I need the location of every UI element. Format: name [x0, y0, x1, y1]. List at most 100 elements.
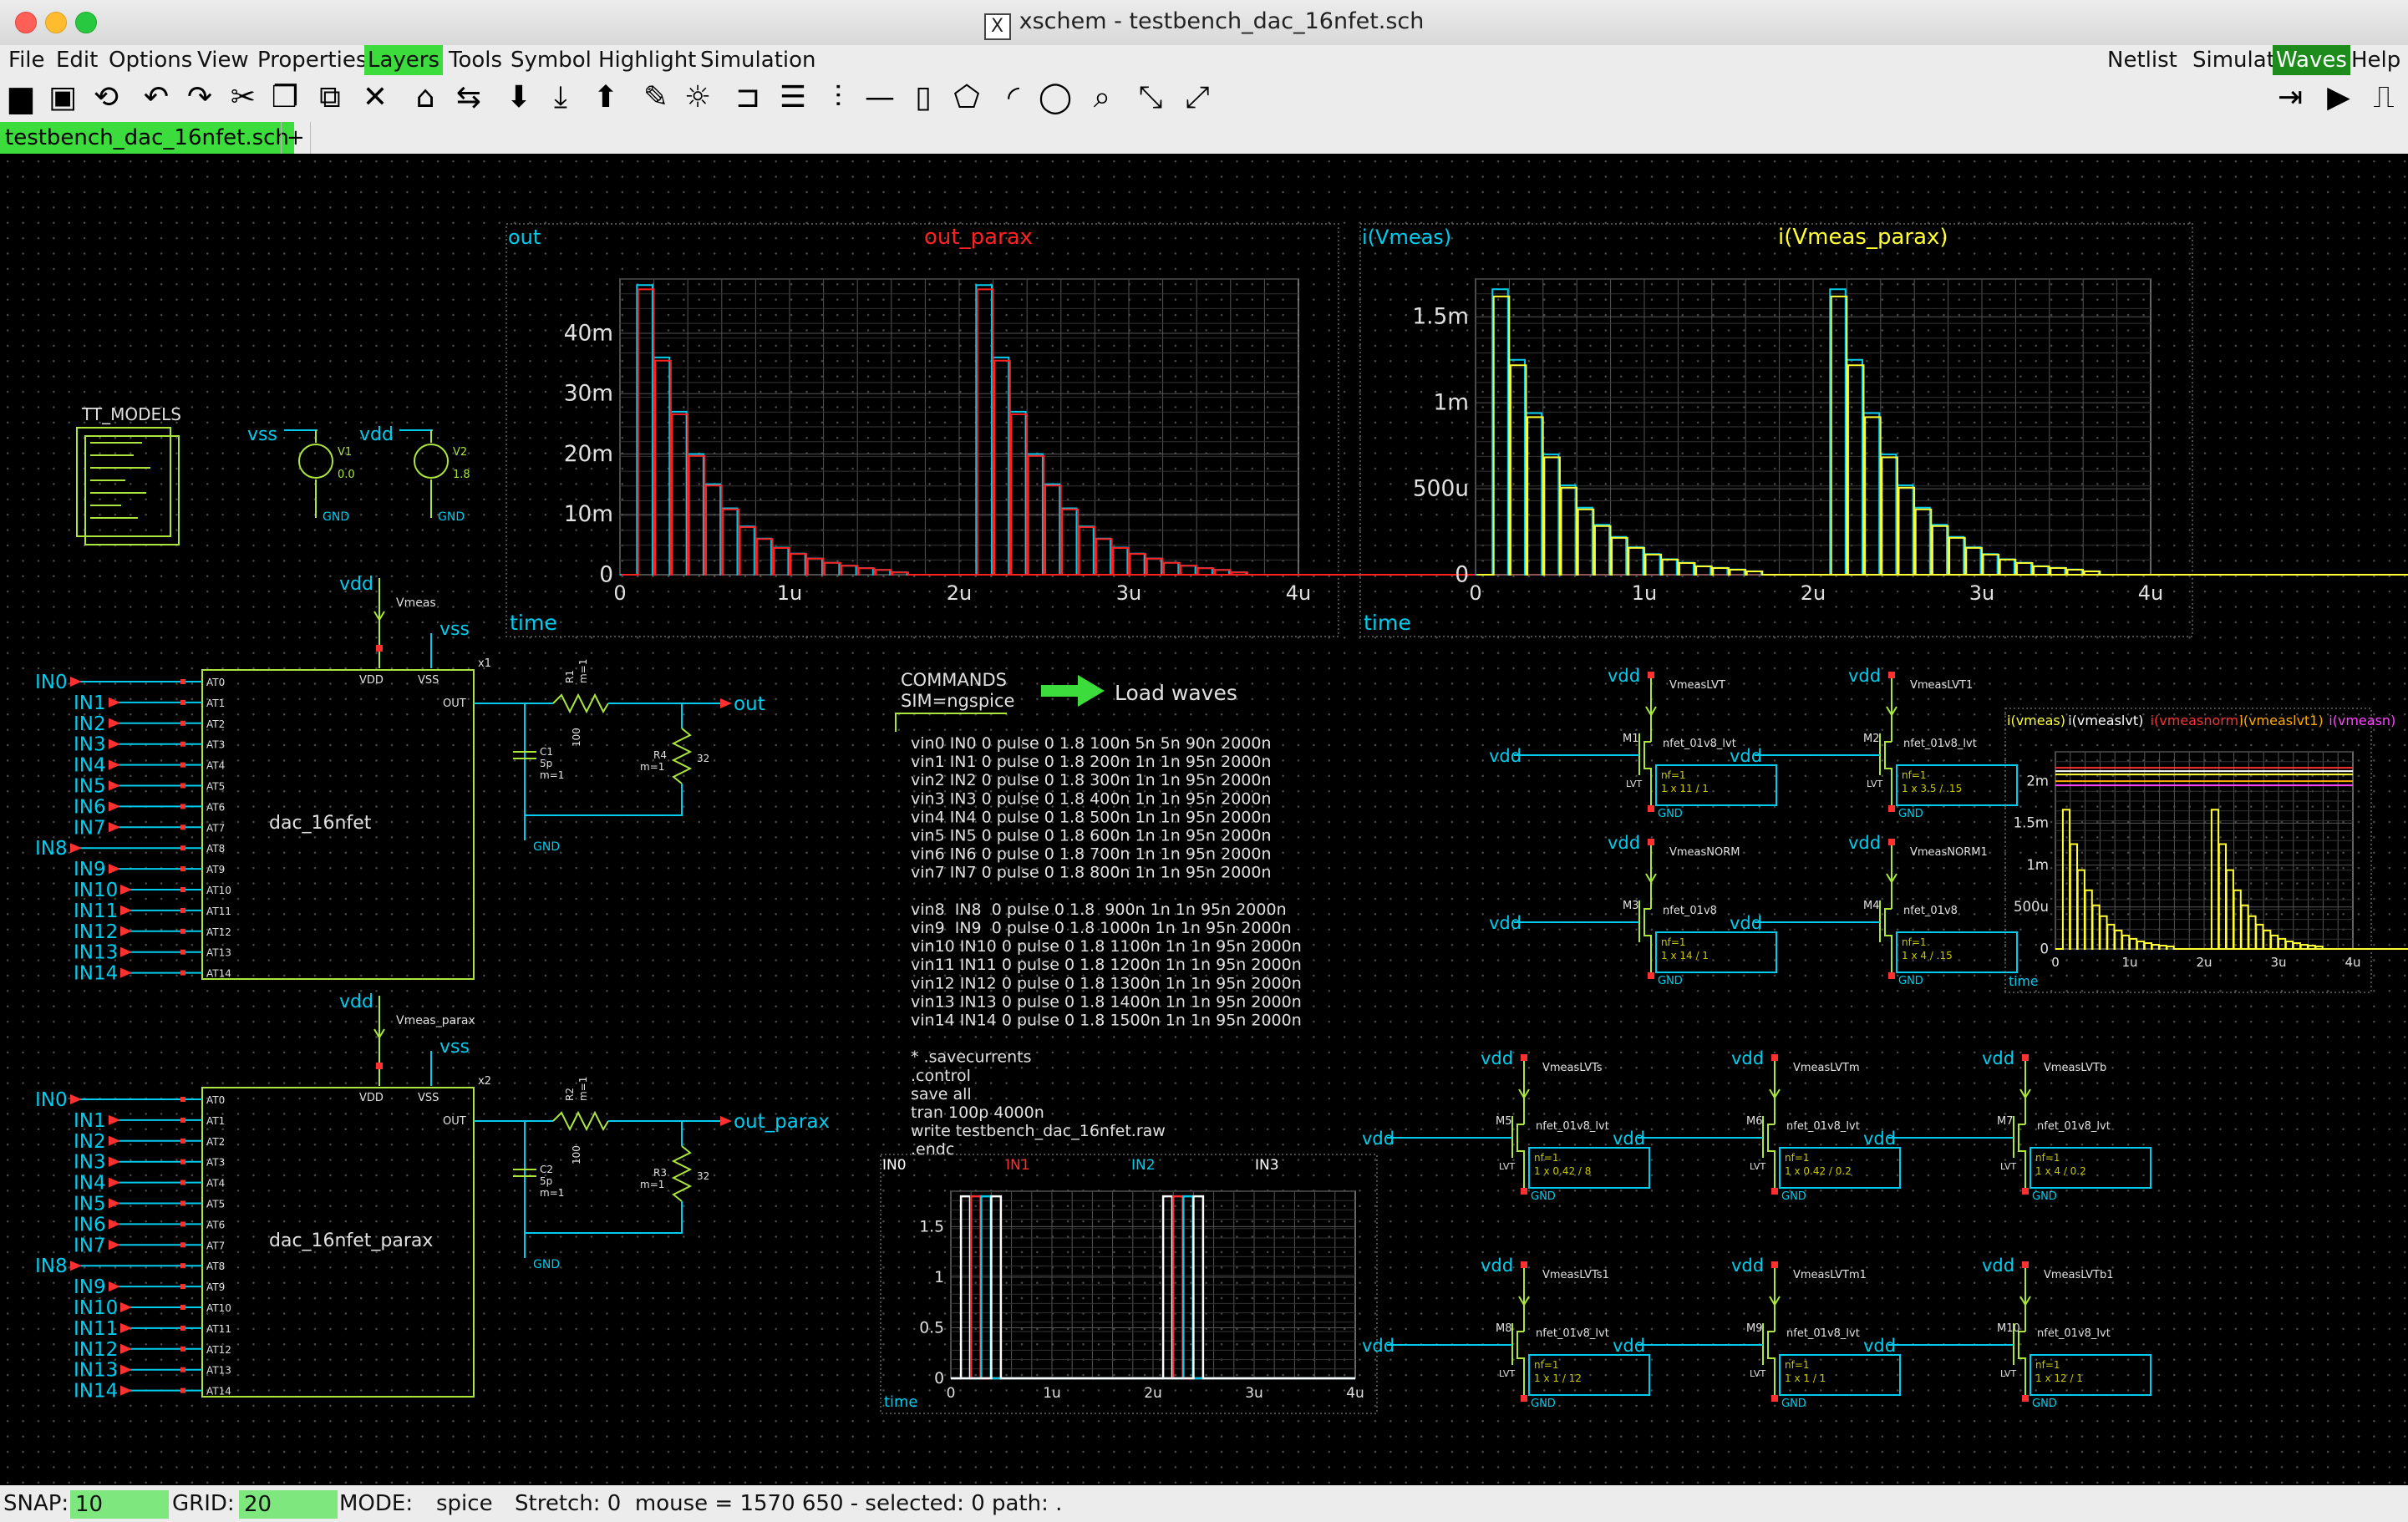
load-waves-button[interactable]: Load waves: [1041, 675, 1237, 707]
swap-icon[interactable]: ⇆: [450, 79, 488, 117]
play-icon[interactable]: ▶: [2319, 79, 2358, 117]
menu-help[interactable]: Help: [2348, 45, 2404, 75]
snap-input[interactable]: 10: [70, 1490, 169, 1519]
circle-icon[interactable]: ◯: [1036, 79, 1074, 117]
series-res-name: R2: [564, 1088, 576, 1101]
vsource-v1[interactable]: vss V1 0.0 GND: [247, 424, 355, 524]
arc-icon[interactable]: ◜: [994, 79, 1033, 117]
cap-name: C2: [540, 1164, 553, 1175]
open-icon[interactable]: ▆: [2, 79, 40, 117]
polygon-icon[interactable]: ⬠: [947, 79, 986, 117]
input-pin-square: [180, 928, 185, 934]
symbol-icon[interactable]: ⊐: [729, 79, 767, 117]
menu-waves[interactable]: Waves: [2273, 45, 2350, 75]
grid-input[interactable]: 20: [239, 1490, 338, 1519]
command-line: tran 100p 4000n: [911, 1103, 1044, 1122]
fet-gnd: GND: [1658, 808, 1683, 820]
nfet-device[interactable]: vdd VmeasLVTs1 vdd M8 nfet_01v8_lvt nf=11 x 1…: [1362, 1256, 1650, 1410]
input-pin-square: [180, 1346, 185, 1352]
y-tick-label: 10m: [564, 501, 613, 527]
undo-icon[interactable]: ↶: [137, 79, 175, 117]
nfet-device[interactable]: vdd VmeasLVTb1 vdd M10 nfet_01v8_lvt nf=11 x …: [1863, 1256, 2151, 1410]
fet-meas-label: VmeasLVT1: [1910, 679, 1973, 692]
nfet-device[interactable]: vdd VmeasLVT1 vdd M2 nfet_01v8_lvt nf=1 1 x 3.…: [1730, 666, 2018, 820]
tt-models-symbol[interactable]: TT_MODELS: [76, 404, 181, 545]
copy-icon[interactable]: ❐: [266, 79, 304, 117]
command-line: vin13 IN13 0 pulse 0 1.8 1400n 1n 1n 95n…: [911, 992, 1302, 1011]
menu-simulation[interactable]: Simulation: [697, 45, 820, 75]
move-icon[interactable]: ⌂: [406, 79, 445, 117]
fet-gate-vdd: vdd: [1362, 1336, 1395, 1356]
input-pin-square: [180, 720, 185, 726]
input-pin-name: AT9: [206, 1281, 225, 1293]
y-tick-label: 40m: [564, 320, 613, 346]
duplicate-icon[interactable]: ⧉: [311, 79, 349, 117]
align-icon[interactable]: ☰: [774, 79, 812, 117]
menu-tools[interactable]: Tools: [445, 45, 505, 75]
vsource-v2[interactable]: vdd V2 1.8 GND: [359, 424, 470, 524]
delete-icon[interactable]: ✕: [356, 79, 394, 117]
add-tab-button[interactable]: +: [281, 122, 311, 154]
fet-inst-name: M8: [1496, 1322, 1512, 1335]
fet-gnd: GND: [1781, 1398, 1806, 1410]
commands-block[interactable]: COMMANDS SIM=ngspice vin0 IN0 0 pulse 0 …: [895, 670, 1302, 1159]
nfet-device[interactable]: vdd VmeasNORM vdd M3 nfet_01v8 nf=1 1 x 14 / 1…: [1489, 833, 1777, 987]
pop-icon[interactable]: ⬆: [587, 79, 625, 117]
nfet-device[interactable]: vdd VmeasLVTs vdd M5 nfet_01v8_lvt nf=11 x 0.…: [1362, 1048, 1650, 1203]
menu-symbol[interactable]: Symbol: [507, 45, 595, 75]
graph-inputs[interactable]: 0 1u 2u 3u 4u 0 0.5 1 1.5 time IN0 IN1 IN2 IN3: [880, 1154, 1378, 1414]
menu-options[interactable]: Options: [105, 45, 196, 75]
y-tick-label: 20m: [564, 441, 613, 467]
fet-meas-label: VmeasLVT: [1669, 679, 1725, 692]
nfet-device[interactable]: vdd VmeasLVTm1 vdd M9 nfet_01v8_lvt nf=11 x 1…: [1613, 1256, 1901, 1410]
reload-icon[interactable]: ⟲: [87, 79, 125, 117]
command-line: vin14 IN14 0 pulse 0 1.8 1500n 1n 1n 95n…: [911, 1012, 1302, 1030]
graph-frame[interactable]: [880, 1154, 1378, 1414]
fet-meas-pin: [2022, 1054, 2029, 1061]
command-line: vin8 IN8 0 pulse 0 1.8 900n 1n 1n 95n 20…: [911, 901, 1287, 919]
fet-lvt-tag: LVT: [1867, 779, 1882, 789]
insert-icon[interactable]: ⤓: [541, 79, 580, 117]
menu-edit[interactable]: Edit: [53, 45, 101, 75]
waveform-icon[interactable]: ⎍: [2365, 79, 2403, 117]
menu-view[interactable]: View: [194, 45, 252, 75]
cut-icon[interactable]: ✂: [224, 79, 262, 117]
nfet-device[interactable]: vdd VmeasLVT vdd M1 nfet_01v8_lvt nf=1 1 x 11 …: [1489, 666, 1777, 820]
dac-instance-x1[interactable]: dac_16nfet x1 IN0 AT0 IN1 AT1 IN2 AT2 IN3 AT3 IN4 A…: [35, 574, 765, 985]
x-tick-label: 1u: [777, 581, 802, 605]
input-pin-square: [180, 1138, 185, 1144]
menu-highlight[interactable]: Highlight: [595, 45, 699, 75]
zoom-in-icon[interactable]: ⤡: [1131, 79, 1170, 117]
pen-icon[interactable]: ✎: [637, 79, 675, 117]
menu-netlist[interactable]: Netlist: [2104, 45, 2181, 75]
wire-icon[interactable]: ⫶: [819, 79, 857, 117]
zoom-icon[interactable]: ⌕: [1083, 79, 1121, 117]
line-icon[interactable]: —: [861, 79, 899, 117]
dac-instance-x2[interactable]: dac_16nfet_parax x2 IN0 AT0 IN1 AT1 IN2 AT2 IN3 A…: [35, 992, 830, 1403]
tab-testbench[interactable]: testbench_dac_16nfet.sch: [0, 122, 294, 154]
fet-source-pin: [1888, 805, 1895, 812]
fet-vdd-label: vdd: [1982, 1048, 2014, 1068]
command-line: vin6 IN6 0 pulse 0 1.8 700n 1n 1n 95n 20…: [911, 845, 1272, 864]
menu-properties[interactable]: Properties: [254, 45, 370, 75]
command-line: vin5 IN5 0 pulse 0 1.8 600n 1n 1n 95n 20…: [911, 827, 1272, 845]
graph-imeas[interactable]: 0 1u 2u 3u 4u 0 500u 1m 1.5m time i(Vmeas) i(Vmeas_…: [1359, 223, 2408, 637]
push-icon[interactable]: ⬇: [500, 79, 538, 117]
netlist-icon[interactable]: ☼: [678, 79, 717, 117]
graph-meas-currents[interactable]: 0 1u 2u 3u 4u0500u1m1.5m2mtimei(vmeas) i(vmea…: [2004, 708, 2408, 993]
zoom-out-icon[interactable]: ⤢: [1178, 79, 1217, 117]
nfet-device[interactable]: vdd VmeasNORM1 vdd M4 nfet_01v8 nf=1 1 x 4 / .…: [1730, 833, 2018, 987]
menu-file[interactable]: File: [5, 45, 48, 75]
redo-icon[interactable]: ↷: [180, 79, 219, 117]
meas-pin: [376, 645, 383, 652]
fet-size: 1 x 1 / 12: [1534, 1372, 1582, 1384]
series-res-name: R1: [564, 670, 576, 683]
input-pin-arrow: [120, 946, 132, 957]
nfet-device[interactable]: vdd VmeasLVTb vdd M7 nfet_01v8_lvt nf=11 x 4 …: [1863, 1048, 2151, 1203]
menu-layers[interactable]: Layers: [364, 45, 444, 75]
nfet-device[interactable]: vdd VmeasLVTm vdd M6 nfet_01v8_lvt nf=11 x 0.…: [1613, 1048, 1901, 1203]
save-icon[interactable]: ▣: [43, 79, 82, 117]
netlist-arrow-icon[interactable]: ⇥: [2271, 79, 2309, 117]
schematic-canvas[interactable]: TT_MODELS vss V1 0.0 GND vdd V2 1.8 GND …: [0, 154, 2408, 1485]
rect-icon[interactable]: ▯: [904, 79, 942, 117]
